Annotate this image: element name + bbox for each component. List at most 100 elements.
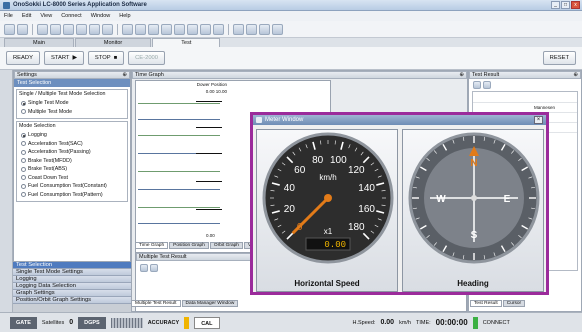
minimize-button[interactable]: _ <box>551 1 560 9</box>
connect-indicator-light <box>472 316 478 329</box>
menu-help[interactable]: Help <box>119 13 130 19</box>
start-button[interactable]: START ▶ <box>43 51 84 65</box>
open-icon[interactable] <box>17 23 28 35</box>
accordion-orbit-settings[interactable]: Position/Orbit Graph Settings <box>13 297 131 304</box>
tab-monitor[interactable]: Monitor <box>74 38 152 47</box>
toolbar-separator <box>117 23 118 35</box>
radio-icon <box>21 183 26 189</box>
tab-data-manager[interactable]: Data Manager Window <box>181 300 239 307</box>
info-icon[interactable] <box>272 23 283 35</box>
tab-multiple-test-result[interactable]: Multiple Test Result <box>131 300 181 307</box>
play-icon: ▶ <box>72 55 77 61</box>
pin-icon[interactable]: ⊕ <box>122 72 127 78</box>
close-button[interactable]: x <box>571 1 580 9</box>
tab-time-graph[interactable]: Time Graph <box>135 242 169 249</box>
new-icon[interactable] <box>4 23 15 35</box>
print-icon[interactable] <box>50 23 61 35</box>
speed-label: H.Speed: <box>352 319 376 326</box>
ready-indicator: READY <box>6 51 40 65</box>
table-icon[interactable] <box>150 264 158 272</box>
radio-fuel-constant[interactable]: Fuel Consumption Test(Constant) <box>19 182 125 191</box>
radio-logging[interactable]: Logging <box>19 131 125 140</box>
zoom-icon[interactable] <box>161 23 172 35</box>
settings-header: Settings ⊕ <box>14 71 130 79</box>
radio-fuel-pattern[interactable]: Fuel Consumption Test(Pattern) <box>19 191 125 200</box>
speed-meter: 020406080100120140160180 km/h x1 0.00 Ho… <box>256 129 398 292</box>
radio-coast-down[interactable]: Coast Down Test <box>19 174 125 183</box>
chart-icon[interactable] <box>122 23 133 35</box>
speed-unit: km/h <box>319 173 336 182</box>
speed-readout: 0.00 <box>324 240 346 250</box>
settings-icon[interactable] <box>102 23 113 35</box>
measure-icon[interactable] <box>213 23 224 35</box>
tab-test-result[interactable]: Test Result <box>470 300 502 307</box>
search-icon[interactable] <box>174 23 185 35</box>
radio-brake-mfdd[interactable]: Brake Test(MFDD) <box>19 157 125 166</box>
table-icon[interactable] <box>259 23 270 35</box>
radio-selected-icon <box>21 100 26 106</box>
maximize-button[interactable]: □ <box>561 1 570 9</box>
mode-selection-group: Mode Selection Logging Acceleration Test… <box>16 121 128 202</box>
gauge-label: 80 <box>312 155 324 166</box>
radio-icon <box>21 158 26 164</box>
close-button[interactable]: × <box>534 116 543 124</box>
reset-button[interactable]: RESET <box>542 51 576 65</box>
copy-icon[interactable] <box>63 23 74 35</box>
accordion-single-test-settings[interactable]: Single Test Mode Settings <box>13 269 131 276</box>
menu-window[interactable]: Window <box>91 13 111 19</box>
search-icon[interactable] <box>187 23 198 35</box>
tab-test[interactable]: Test <box>152 38 221 47</box>
accordion-test-selection[interactable]: Test Selection <box>13 262 131 269</box>
settings-icon[interactable] <box>89 23 100 35</box>
status-bar: GATE Satellites 0 DGPS ACCURACY CAL H.Sp… <box>0 312 582 332</box>
pin-icon[interactable]: ⊕ <box>459 72 464 78</box>
radio-icon <box>21 192 26 198</box>
menu-edit[interactable]: Edit <box>22 13 31 19</box>
gauge-label: 60 <box>294 165 306 176</box>
heading-meter-label: Heading <box>457 279 489 288</box>
radio-label: Single Test Mode <box>28 100 69 107</box>
tab-cursor[interactable]: Cursor <box>502 300 526 307</box>
graph-lane <box>138 171 220 172</box>
meter-window[interactable]: Meter Window × 020406080100120140160180 … <box>250 112 549 295</box>
camera-icon[interactable] <box>233 23 244 35</box>
radio-icon <box>21 141 26 147</box>
zoom-icon[interactable] <box>148 23 159 35</box>
paste-icon[interactable] <box>76 23 87 35</box>
radio-label: Coast Down Test <box>28 174 68 181</box>
radio-multiple-test[interactable]: Multiple Test Mode <box>19 108 125 117</box>
record-icon[interactable] <box>246 23 257 35</box>
app-icon <box>3 1 10 9</box>
stop-button[interactable]: STOP ■ <box>87 51 125 65</box>
accordion-graph-settings[interactable]: Graph Settings <box>13 290 131 297</box>
record-icon[interactable] <box>200 23 211 35</box>
radio-brake-abs[interactable]: Brake Test(ABS) <box>19 165 125 174</box>
pin-icon[interactable]: ⊕ <box>573 72 578 78</box>
radio-single-test[interactable]: Single Test Mode <box>19 99 125 108</box>
graph-lane <box>138 119 220 120</box>
radio-label: Brake Test(ABS) <box>28 166 68 173</box>
radio-acceleration-sac[interactable]: Acceleration Test(SAC) <box>19 140 125 149</box>
print-icon[interactable] <box>483 81 491 89</box>
tab-orbit-graph[interactable]: Orbit Graph <box>209 242 243 249</box>
group-title: Single / Multiple Test Mode Selection <box>19 91 106 97</box>
accordion-logging-data[interactable]: Logging Data Selection <box>13 283 131 290</box>
toolbar <box>0 21 582 38</box>
menu-view[interactable]: View <box>40 13 52 19</box>
chart-icon[interactable] <box>135 23 146 35</box>
stop-label: STOP <box>94 55 111 61</box>
accordion-logging[interactable]: Logging <box>13 276 131 283</box>
graph-lane <box>138 103 220 104</box>
start-label: START <box>50 55 70 61</box>
menu-connect[interactable]: Connect <box>61 13 82 19</box>
meter-window-titlebar[interactable]: Meter Window × <box>253 115 546 125</box>
menu-file[interactable]: File <box>4 13 13 19</box>
radio-acceleration-passing[interactable]: Acceleration Test(Passing) <box>19 148 125 157</box>
export-icon[interactable] <box>473 81 481 89</box>
tab-main[interactable]: Main <box>4 38 74 47</box>
menu-bar: File Edit View Connect Window Help <box>0 11 582 21</box>
right-tabs: Test Result Cursor <box>470 300 526 307</box>
tab-position-graph[interactable]: Position Graph <box>169 242 209 249</box>
export-icon[interactable] <box>140 264 148 272</box>
save-icon[interactable] <box>37 23 48 35</box>
